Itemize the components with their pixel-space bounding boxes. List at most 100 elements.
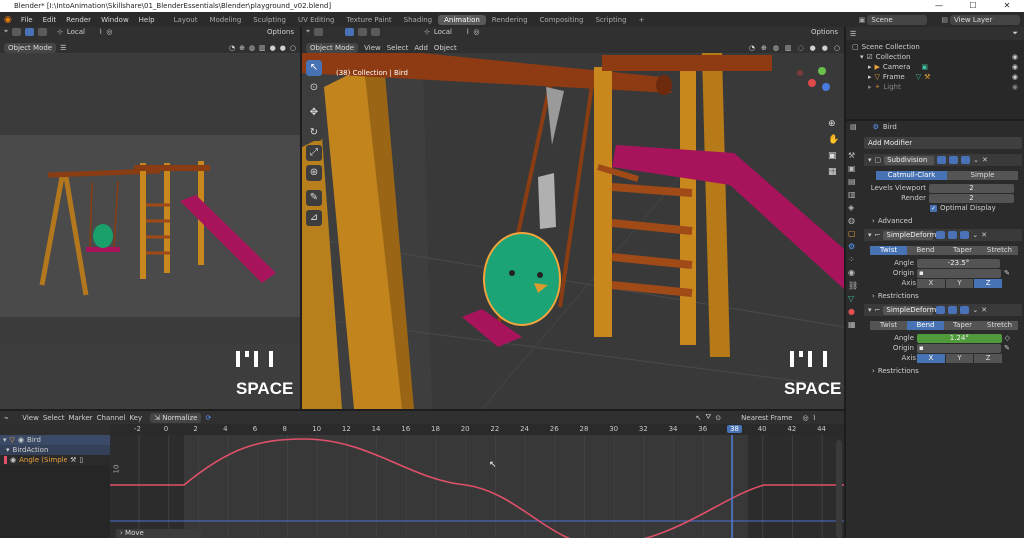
proportional-edit-icon[interactable]: ◎ xyxy=(802,414,808,422)
select-cursor-icon[interactable]: ↖ xyxy=(696,414,702,422)
main-overlay-icon[interactable]: ◍ xyxy=(773,44,779,52)
outliner-item-collection[interactable]: ▾ ☑ Collection ◉ xyxy=(846,52,1024,62)
current-frame-badge[interactable]: 38 xyxy=(727,425,742,433)
render-levels-field[interactable]: 2 xyxy=(929,193,1014,203)
main-options-dropdown[interactable]: Options xyxy=(811,28,838,36)
eye-icon[interactable]: ◉ xyxy=(18,436,24,444)
optimal-display-checkbox[interactable]: ✓ xyxy=(930,204,937,212)
channel-bird[interactable]: ▾ ▽ ◉ Bird xyxy=(0,435,110,445)
normalize-toggle[interactable]: ⇲ Normalize xyxy=(150,412,202,423)
expand-arrow-icon[interactable]: ▸ xyxy=(868,83,872,91)
scale-tool-icon[interactable]: ⤢ xyxy=(306,145,322,161)
realtime-toggle-icon[interactable] xyxy=(949,156,959,164)
particles-tab-icon[interactable]: ⁘ xyxy=(848,255,862,264)
shading-render-icon[interactable]: ○ xyxy=(290,44,296,52)
menu-render[interactable]: Render xyxy=(61,16,96,24)
main-viewport[interactable]: ⌖ ⊹ Local ⌇ ◎ Options Object Mode View S… xyxy=(302,27,844,409)
deform1-origin-field[interactable]: ▪ xyxy=(917,268,1002,278)
workspace-tab-texture-paint[interactable]: Texture Paint xyxy=(341,15,398,25)
outliner-item-camera[interactable]: ▸ ▶ Camera ▣ ◉ xyxy=(846,62,1024,72)
minimize-button[interactable]: — xyxy=(922,0,956,12)
zoom-icon[interactable]: ⊕ xyxy=(828,119,839,129)
editor-type-icon[interactable]: ⌖ xyxy=(4,27,8,36)
lock-icon[interactable]: ▯ xyxy=(79,456,83,464)
pivot-icon[interactable]: ⊙ xyxy=(715,414,721,422)
eye-icon[interactable]: ◉ xyxy=(1012,73,1018,81)
snap-icon[interactable]: ⌇ xyxy=(99,28,102,36)
output-tab-icon[interactable]: ▤ xyxy=(848,177,862,186)
proportional-icon[interactable]: ◎ xyxy=(106,28,112,36)
menu-window[interactable]: Window xyxy=(96,16,134,24)
remove-modifier-icon[interactable]: ✕ xyxy=(982,156,988,164)
outliner-item-light[interactable]: ▸ ✦ Light ◉ xyxy=(846,82,1024,92)
main-visibility-icon[interactable]: ◔ xyxy=(749,44,755,52)
deform2-axis-x[interactable]: X xyxy=(917,353,945,363)
workspace-tab-animation[interactable]: Animation xyxy=(438,14,486,25)
deform1-axis-x[interactable]: X xyxy=(917,278,945,288)
main-shading-render-icon[interactable]: ○ xyxy=(834,44,840,52)
dropdown-arrow-icon[interactable]: ⌄ xyxy=(972,306,978,314)
camera-view-icon[interactable]: ▣ xyxy=(828,151,839,161)
deform1-axis-y[interactable]: Y xyxy=(945,278,974,288)
workspace-tab-sculpting[interactable]: Sculpting xyxy=(247,15,292,25)
scene-selector[interactable]: Scene xyxy=(867,14,928,25)
visibility-icon[interactable]: ◔ xyxy=(229,44,235,52)
outliner-editor-icon[interactable]: ☰ xyxy=(850,30,856,38)
select-tool-icon[interactable] xyxy=(11,27,21,36)
transform-tool-icon[interactable]: ⊛ xyxy=(306,165,322,181)
deform1-restrictions-subpanel[interactable]: › Restrictions xyxy=(864,291,1022,301)
close-window-button[interactable]: ✕ xyxy=(990,0,1024,12)
move-tool-icon[interactable]: ✥ xyxy=(306,105,322,121)
channel-angle[interactable]: ◉ Angle (SimpleDeform) ⚒ ▯ xyxy=(0,455,110,465)
deform1-tab-stretch[interactable]: Stretch xyxy=(981,245,1018,255)
curve-area[interactable]: 10 › Move ↖ xyxy=(110,435,844,538)
deform1-angle-field[interactable]: -23.5° xyxy=(917,258,1000,268)
object-tab-icon[interactable]: ▢ xyxy=(848,229,862,238)
subdivision-name-field[interactable]: Subdivision xyxy=(884,155,935,165)
outliner-item-frame[interactable]: ▸ ▽ Frame ▽ ⚒ ◉ xyxy=(846,72,1024,82)
filter-icon[interactable]: ⏷ xyxy=(1012,29,1018,38)
eye-icon[interactable]: ◉ xyxy=(10,456,16,464)
main-snap-icon[interactable]: ⌇ xyxy=(466,28,469,36)
data-tab-icon[interactable]: ▽ xyxy=(848,294,862,303)
subdivision-tab-simple[interactable]: Simple xyxy=(947,170,1018,180)
shading-solid-icon[interactable]: ● xyxy=(270,44,276,52)
edit-mode-toggle-icon[interactable] xyxy=(936,306,946,314)
edit-mode-toggle-icon[interactable] xyxy=(936,231,946,239)
expand-arrow-icon[interactable]: ▾ xyxy=(6,446,10,454)
select-extend-icon[interactable] xyxy=(37,27,47,36)
workspace-tab-layout[interactable]: Layout xyxy=(168,15,204,25)
deform1-tab-bend[interactable]: Bend xyxy=(907,245,944,255)
main-gizmo-icon[interactable]: ⊕ xyxy=(761,44,767,52)
main-select-mode-icon[interactable] xyxy=(344,27,354,36)
render-toggle-icon[interactable] xyxy=(960,231,970,239)
main-editor-type-icon[interactable]: ⌖ xyxy=(306,27,310,36)
collection-checkbox-icon[interactable]: ☑ xyxy=(867,53,873,61)
perspective-grid-icon[interactable]: ▦ xyxy=(828,167,839,177)
status-panel[interactable]: › Move xyxy=(116,529,202,538)
subdivision-tab-catmull-clark[interactable]: Catmull-Clark xyxy=(876,170,947,180)
modifier-toggle-icon[interactable]: ⚒ xyxy=(70,456,76,464)
eye-icon[interactable]: ◉ xyxy=(1012,83,1018,91)
deform2-restrictions-subpanel[interactable]: › Restrictions xyxy=(864,366,1022,376)
properties-editor-icon[interactable]: ▤ xyxy=(850,123,857,131)
remove-modifier-icon[interactable]: ✕ xyxy=(981,306,987,314)
pan-hand-icon[interactable]: ✋ xyxy=(828,135,839,145)
channel-birdaction[interactable]: ▾ BirdAction xyxy=(0,445,110,455)
simpledeform-modifier-header[interactable]: ▾ ⌐ SimpleDeform ⌄ ✕ xyxy=(864,229,1022,241)
gizmo-icon[interactable]: ⊕ xyxy=(239,44,245,52)
eye-icon[interactable]: ◉ xyxy=(1012,63,1018,71)
modifier-tab-icon[interactable]: ⚙ xyxy=(848,242,862,251)
main-menu-select[interactable]: Select xyxy=(387,44,409,52)
scene-tab-icon[interactable]: ◈ xyxy=(848,203,862,212)
texture-tab-icon[interactable]: ▦ xyxy=(848,320,862,329)
keyframe-dot-icon[interactable]: ◇ xyxy=(1005,334,1010,342)
main-shading-wire-icon[interactable]: ◌ xyxy=(798,44,804,52)
ge-menu-marker[interactable]: Marker xyxy=(68,414,92,422)
main-proportional-icon[interactable]: ◎ xyxy=(473,28,479,36)
remove-modifier-icon[interactable]: ✕ xyxy=(981,231,987,239)
workspace-tab-modeling[interactable]: Modeling xyxy=(203,15,247,25)
left-options-dropdown[interactable]: Options xyxy=(267,28,294,36)
expand-arrow-icon[interactable]: ▾ xyxy=(860,53,864,61)
collapse-arrow-icon[interactable]: ▾ xyxy=(868,306,872,314)
